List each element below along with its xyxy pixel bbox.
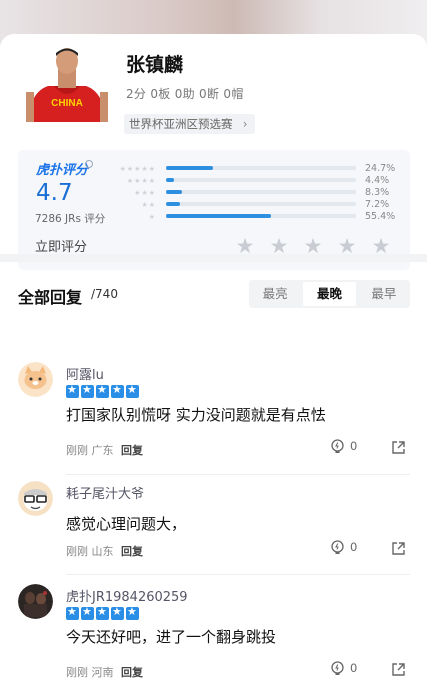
like-button[interactable]: 0: [330, 540, 357, 555]
section-divider: [0, 254, 427, 262]
rate-now-label: 立即评分: [35, 240, 88, 255]
star-icon: [66, 605, 79, 620]
event-label: 世界杯亚洲区预选赛: [129, 117, 233, 131]
distribution-percent: 24.7%: [365, 163, 396, 174]
distribution-bar: [166, 166, 356, 170]
distribution-bar: [166, 190, 356, 194]
like-count: 0: [350, 540, 358, 554]
comment-location: 广东: [91, 444, 114, 457]
chevron-right-icon: ›: [242, 117, 248, 131]
rating-card: 虎扑评分 4.7 7286 JRs 评分 立即评分 ★★★★★ 24.7% ★★…: [18, 150, 410, 270]
distribution-percent: 55.4%: [365, 211, 396, 222]
distribution-row: ★ 55.4%: [108, 211, 398, 223]
reply-button[interactable]: 回复: [121, 545, 143, 558]
distribution-fill: [166, 202, 180, 206]
comment-username[interactable]: 虎扑JR1984260259: [66, 586, 188, 605]
like-count: 0: [350, 439, 358, 453]
comment-time: 刚刚: [66, 545, 88, 558]
distribution-fill: [166, 178, 175, 182]
star-icon: [81, 605, 94, 620]
distribution-row: ★★★★ 4.4%: [108, 175, 398, 187]
comment-item: 耗子尾汁大爷 感觉心理问题大， 刚刚 山东 回复 0: [0, 481, 427, 599]
comment-time: 刚刚: [66, 444, 88, 457]
comment-item: 虎扑JR1984260259 今天还好吧，进了一个翻身跳投 刚刚 河南 回复 0: [0, 584, 427, 690]
comment-username[interactable]: 耗子尾汁大爷: [66, 483, 144, 502]
comment-time: 刚刚: [66, 666, 88, 679]
distribution-fill: [166, 190, 182, 194]
share-icon[interactable]: [391, 440, 406, 459]
star-level: ★★★★★: [119, 165, 156, 173]
lightbulb-icon: [331, 439, 344, 453]
distribution-bar: [166, 178, 356, 182]
comment-meta: 刚刚 广东 回复: [66, 442, 143, 458]
share-icon[interactable]: [391, 541, 406, 560]
tab-earliest[interactable]: 最早: [358, 280, 410, 308]
like-button[interactable]: 0: [330, 661, 357, 676]
comment-text: 今天还好吧，进了一个翻身跳投: [66, 628, 277, 646]
reply-button[interactable]: 回复: [121, 444, 143, 457]
reply-button[interactable]: 回复: [121, 666, 143, 679]
star-icon: [126, 605, 139, 620]
comment-divider: [66, 474, 410, 475]
sort-tabs: 最亮 最晚 最早: [249, 280, 410, 308]
star-level: ★★: [141, 201, 156, 209]
distribution-percent: 8.3%: [365, 187, 390, 198]
info-icon[interactable]: [85, 160, 93, 168]
tab-latest[interactable]: 最晚: [303, 282, 356, 306]
distribution-row: ★★ 7.2%: [108, 199, 398, 211]
comment-meta: 刚刚 河南 回复: [66, 664, 143, 680]
star-icon: [111, 383, 124, 398]
jersey-text: CHINA: [51, 98, 83, 109]
distribution-bar: [166, 202, 356, 206]
distribution-row: ★★★★★ 24.7%: [108, 163, 398, 175]
player-photo: CHINA: [18, 48, 116, 122]
tab-brightest[interactable]: 最亮: [249, 280, 301, 308]
comment-item: 阿露lu 打国家队别慌呀 实力没问题就是有点怯 刚刚 广东 回复 0: [0, 362, 427, 480]
share-icon[interactable]: [391, 662, 406, 681]
like-count: 0: [350, 661, 358, 675]
comment-text: 打国家队别慌呀 实力没问题就是有点怯: [66, 406, 326, 424]
comment-divider: [66, 574, 410, 575]
avatar[interactable]: [18, 481, 53, 516]
distribution-bar: [166, 214, 356, 218]
star-level: ★★★★: [126, 177, 156, 185]
star-icon: [96, 605, 109, 620]
replies-title: 全部回复: [18, 288, 83, 307]
distribution-fill: [166, 214, 272, 218]
distribution-row: ★★★ 8.3%: [108, 187, 398, 199]
star-icon: [66, 383, 79, 398]
comment-username[interactable]: 阿露lu: [66, 364, 104, 383]
distribution-fill: [166, 166, 213, 170]
rating-distribution: ★★★★★ 24.7% ★★★★ 4.4% ★★★ 8.3% ★★ 7.2% ★: [108, 163, 398, 223]
distribution-percent: 4.4%: [365, 175, 390, 186]
comment-rating: [66, 605, 141, 624]
comment-rating: [66, 383, 141, 402]
rating-count: 7286 JRs 评分: [35, 213, 106, 225]
comment-meta: 刚刚 山东 回复: [66, 543, 143, 559]
star-icon: [126, 383, 139, 398]
comment-location: 山东: [91, 545, 114, 558]
lightbulb-icon: [331, 540, 344, 554]
star-icon: [96, 383, 109, 398]
avatar[interactable]: [18, 584, 53, 619]
player-stats: 2分 0板 0助 0断 0帽: [126, 87, 244, 101]
star-icon: [111, 605, 124, 620]
distribution-percent: 7.2%: [365, 199, 390, 210]
star-level: ★★★: [134, 189, 156, 197]
player-name: 张镇麟: [126, 54, 184, 76]
avatar[interactable]: [18, 362, 53, 397]
event-tag[interactable]: 世界杯亚洲区预选赛 ›: [124, 114, 255, 134]
lightbulb-icon: [331, 661, 344, 675]
star-level: ★: [148, 213, 156, 221]
comment-text: 感觉心理问题大，: [66, 515, 187, 533]
average-score: 4.7: [36, 180, 73, 206]
comment-location: 河南: [91, 666, 114, 679]
replies-count: /740: [91, 287, 118, 301]
like-button[interactable]: 0: [330, 439, 357, 454]
brand-logo: 虎扑评分: [36, 163, 89, 178]
star-icon: [81, 383, 94, 398]
